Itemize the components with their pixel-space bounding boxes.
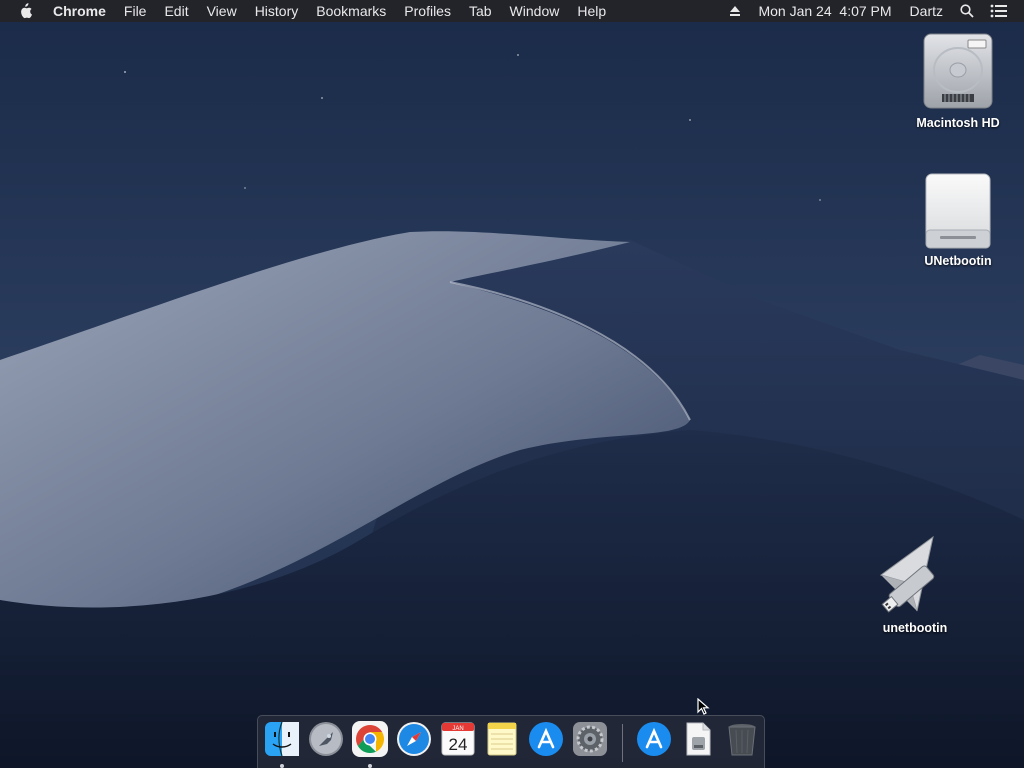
menu-bookmarks[interactable]: Bookmarks	[307, 0, 395, 22]
app-store-downloads-icon	[637, 722, 671, 756]
dock-separator	[622, 724, 623, 762]
menu-view[interactable]: View	[198, 0, 246, 22]
desktop-wallpaper	[0, 0, 1024, 768]
dock-item-calendar[interactable]: JAN 24	[439, 720, 477, 762]
menu-bar: Chrome File Edit View History Bookmarks …	[0, 0, 1024, 22]
system-preferences-icon	[573, 722, 607, 756]
calendar-icon: JAN 24	[441, 722, 475, 756]
chrome-icon	[352, 721, 388, 757]
menu-clock[interactable]: Mon Jan 24 4:07 PM	[749, 0, 900, 22]
dock-item-document[interactable]	[679, 720, 717, 762]
menu-bar-right: Mon Jan 24 4:07 PM Dartz	[721, 0, 1024, 22]
menu-window[interactable]: Window	[501, 0, 569, 22]
desktop-icon-label: unetbootin	[882, 621, 948, 635]
mouse-cursor-icon	[697, 698, 710, 715]
menu-edit[interactable]: Edit	[155, 0, 197, 22]
dock-item-safari[interactable]	[395, 720, 433, 762]
menu-history[interactable]: History	[246, 0, 308, 22]
menu-app-name[interactable]: Chrome	[44, 0, 115, 22]
hard-drive-icon	[923, 33, 993, 109]
app-store-icon	[529, 722, 563, 756]
menu-help[interactable]: Help	[568, 0, 615, 22]
notes-icon	[487, 722, 517, 756]
menu-bar-left: Chrome File Edit View History Bookmarks …	[0, 0, 615, 22]
dock-item-launchpad[interactable]	[307, 720, 345, 762]
menu-tab[interactable]: Tab	[460, 0, 501, 22]
running-indicator	[368, 764, 372, 768]
dock-item-app-store-downloads[interactable]	[635, 720, 673, 762]
desktop-icon-unetbootin-app[interactable]: unetbootin	[860, 535, 970, 635]
menu-user[interactable]: Dartz	[901, 0, 952, 22]
running-indicator	[280, 764, 284, 768]
finder-icon	[265, 721, 299, 757]
dock-item-notes[interactable]	[483, 720, 521, 762]
safari-icon	[397, 722, 431, 756]
desktop-icon-macintosh-hd[interactable]: Macintosh HD	[903, 32, 1013, 130]
external-drive-icon	[925, 173, 991, 249]
desktop-icon-label: Macintosh HD	[916, 116, 1000, 130]
dock-item-app-store[interactable]	[527, 720, 565, 762]
usb-app-icon	[879, 535, 935, 613]
menu-file[interactable]: File	[115, 0, 156, 22]
dock-item-trash[interactable]	[723, 720, 761, 762]
trash-icon	[728, 724, 756, 756]
spotlight-search-icon[interactable]	[952, 0, 982, 22]
dock-item-chrome[interactable]	[351, 720, 389, 768]
launchpad-icon	[309, 722, 343, 756]
dock-item-finder[interactable]	[263, 720, 301, 768]
dock: JAN 24	[257, 715, 765, 768]
menu-profiles[interactable]: Profiles	[395, 0, 460, 22]
desktop-icon-label: UNetbootin	[924, 254, 992, 268]
document-file-icon	[686, 722, 711, 756]
apple-logo-icon[interactable]	[0, 0, 44, 22]
dock-item-system-preferences[interactable]	[571, 720, 609, 762]
calendar-day-label: 24	[449, 735, 468, 754]
eject-icon[interactable]	[721, 0, 749, 22]
notification-center-icon[interactable]	[982, 0, 1016, 22]
desktop-icon-unetbootin-drive[interactable]: UNetbootin	[903, 172, 1013, 268]
calendar-month-label: JAN	[452, 726, 463, 732]
